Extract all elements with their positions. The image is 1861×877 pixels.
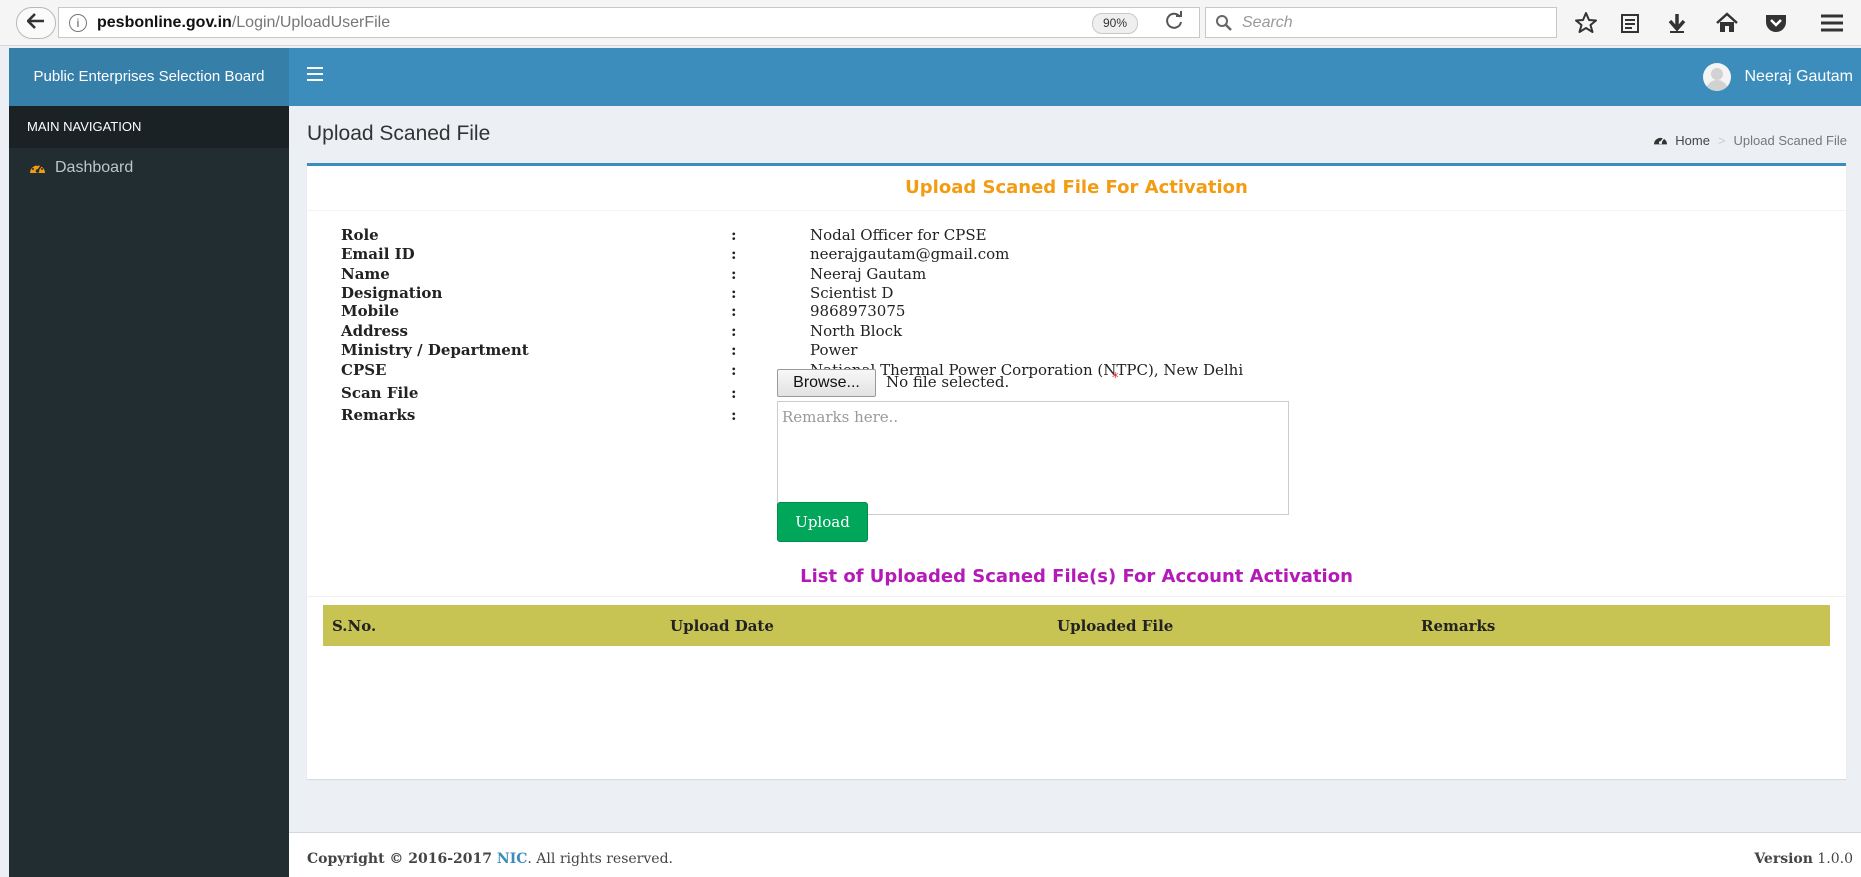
version-number: 1.0.0: [1817, 851, 1853, 867]
field-separator: :: [731, 284, 737, 302]
version-text: Version 1.0.0: [1754, 851, 1853, 867]
field-separator: :: [731, 245, 737, 263]
field-value: Scientist D: [810, 284, 894, 302]
field-label: Address: [341, 322, 408, 340]
field-separator: :: [731, 384, 737, 402]
search-icon: [1216, 15, 1232, 31]
user-menu[interactable]: Neeraj Gautam: [1702, 60, 1854, 94]
sidebar-toggle-icon[interactable]: [307, 67, 323, 81]
search-placeholder: Search: [1242, 14, 1293, 31]
field-label: Email ID: [341, 245, 415, 263]
reading-list-icon[interactable]: [1617, 10, 1643, 36]
home-icon[interactable]: [1714, 10, 1740, 36]
uploaded-files-table-header: S.No. Upload Date Uploaded File Remarks: [323, 605, 1830, 646]
zoom-level-badge[interactable]: 90%: [1092, 13, 1138, 34]
pocket-icon[interactable]: [1763, 10, 1789, 36]
field-value: Nodal Officer for CPSE: [810, 226, 987, 244]
field-separator: :: [731, 341, 737, 359]
avatar: [1702, 63, 1731, 91]
sidebar-item-label: Dashboard: [55, 159, 134, 176]
field-separator: :: [731, 322, 737, 340]
info-icon[interactable]: i: [69, 13, 87, 32]
upload-button[interactable]: Upload: [777, 502, 868, 542]
back-button[interactable]: [16, 7, 56, 39]
nic-link[interactable]: NIC: [497, 851, 528, 867]
file-status-text: No file selected.: [886, 373, 1010, 391]
back-arrow-icon: [26, 13, 45, 33]
browser-search-input[interactable]: Search: [1205, 7, 1557, 38]
breadcrumb: Home > Upload Scaned File: [1653, 133, 1847, 148]
sidebar: MAIN NAVIGATION Dashboard: [9, 106, 289, 877]
field-separator: :: [731, 226, 737, 244]
field-label: Remarks: [341, 406, 416, 424]
breadcrumb-current: Upload Scaned File: [1733, 133, 1847, 148]
copyright-suffix: . All rights reserved.: [527, 851, 673, 867]
field-label: CPSE: [341, 361, 387, 379]
url-field[interactable]: i pesbonline.gov.in/Login/UploadUserFile: [58, 7, 1200, 38]
field-value: North Block: [810, 322, 903, 340]
reload-icon[interactable]: [1162, 9, 1186, 33]
upload-panel: Upload Scaned File For Activation Role :…: [307, 163, 1846, 779]
field-label: Ministry / Department: [341, 341, 529, 359]
page-title: Upload Scaned File: [307, 122, 491, 145]
field-label: Role: [341, 226, 379, 244]
sidebar-header: MAIN NAVIGATION: [9, 106, 289, 148]
menu-icon[interactable]: [1819, 10, 1845, 36]
sidebar-item-dashboard[interactable]: Dashboard: [9, 148, 289, 188]
column-header-uploaded-file[interactable]: Uploaded File: [1057, 617, 1173, 635]
breadcrumb-separator: >: [1717, 133, 1726, 148]
field-value: Neeraj Gautam: [810, 265, 927, 283]
user-name: Neeraj Gautam: [1744, 68, 1854, 85]
top-navbar: Neeraj Gautam: [289, 48, 1861, 106]
copyright-text: Copyright © 2016-2017 NIC. All rights re…: [307, 851, 673, 867]
field-label: Mobile: [341, 302, 400, 320]
download-icon[interactable]: [1664, 10, 1690, 36]
field-value: Power: [810, 341, 858, 359]
remarks-textarea[interactable]: [777, 401, 1289, 515]
divider: [307, 596, 1846, 597]
field-separator: :: [731, 265, 737, 283]
field-label: Scan File: [341, 384, 419, 402]
field-separator: :: [731, 361, 737, 379]
star-icon[interactable]: [1573, 10, 1599, 36]
version-label: Version: [1754, 851, 1813, 867]
copyright-prefix: Copyright © 2016-2017: [307, 851, 493, 867]
field-value: 9868973075: [810, 302, 906, 320]
field-label: Designation: [341, 284, 443, 302]
field-separator: :: [731, 302, 737, 320]
column-header-remarks[interactable]: Remarks: [1421, 617, 1495, 635]
dashboard-icon: [30, 163, 45, 173]
content-header: Upload Scaned File Home > Upload Scaned …: [307, 106, 1847, 156]
required-marker: *: [1112, 371, 1119, 386]
field-label: Name: [341, 265, 390, 283]
field-value: neerajgautam@gmail.com: [810, 245, 1010, 263]
brand-logo[interactable]: Public Enterprises Selection Board: [9, 48, 289, 106]
list-title: List of Uploaded Scaned File(s) For Acco…: [800, 566, 1353, 587]
column-header-upload-date[interactable]: Upload Date: [670, 617, 774, 635]
footer: Copyright © 2016-2017 NIC. All rights re…: [289, 832, 1861, 877]
form-title: Upload Scaned File For Activation: [307, 166, 1846, 211]
url-path: /Login/UploadUserFile: [231, 14, 391, 31]
browse-file-button[interactable]: Browse...: [777, 369, 876, 397]
column-header-sno[interactable]: S.No.: [332, 617, 376, 635]
browser-toolbar: i pesbonline.gov.in/Login/UploadUserFile …: [0, 0, 1861, 46]
field-separator: :: [731, 406, 737, 424]
url-host: pesbonline.gov.in: [97, 14, 232, 31]
breadcrumb-home-link[interactable]: Home: [1675, 133, 1710, 148]
dashboard-icon: [1654, 137, 1668, 145]
